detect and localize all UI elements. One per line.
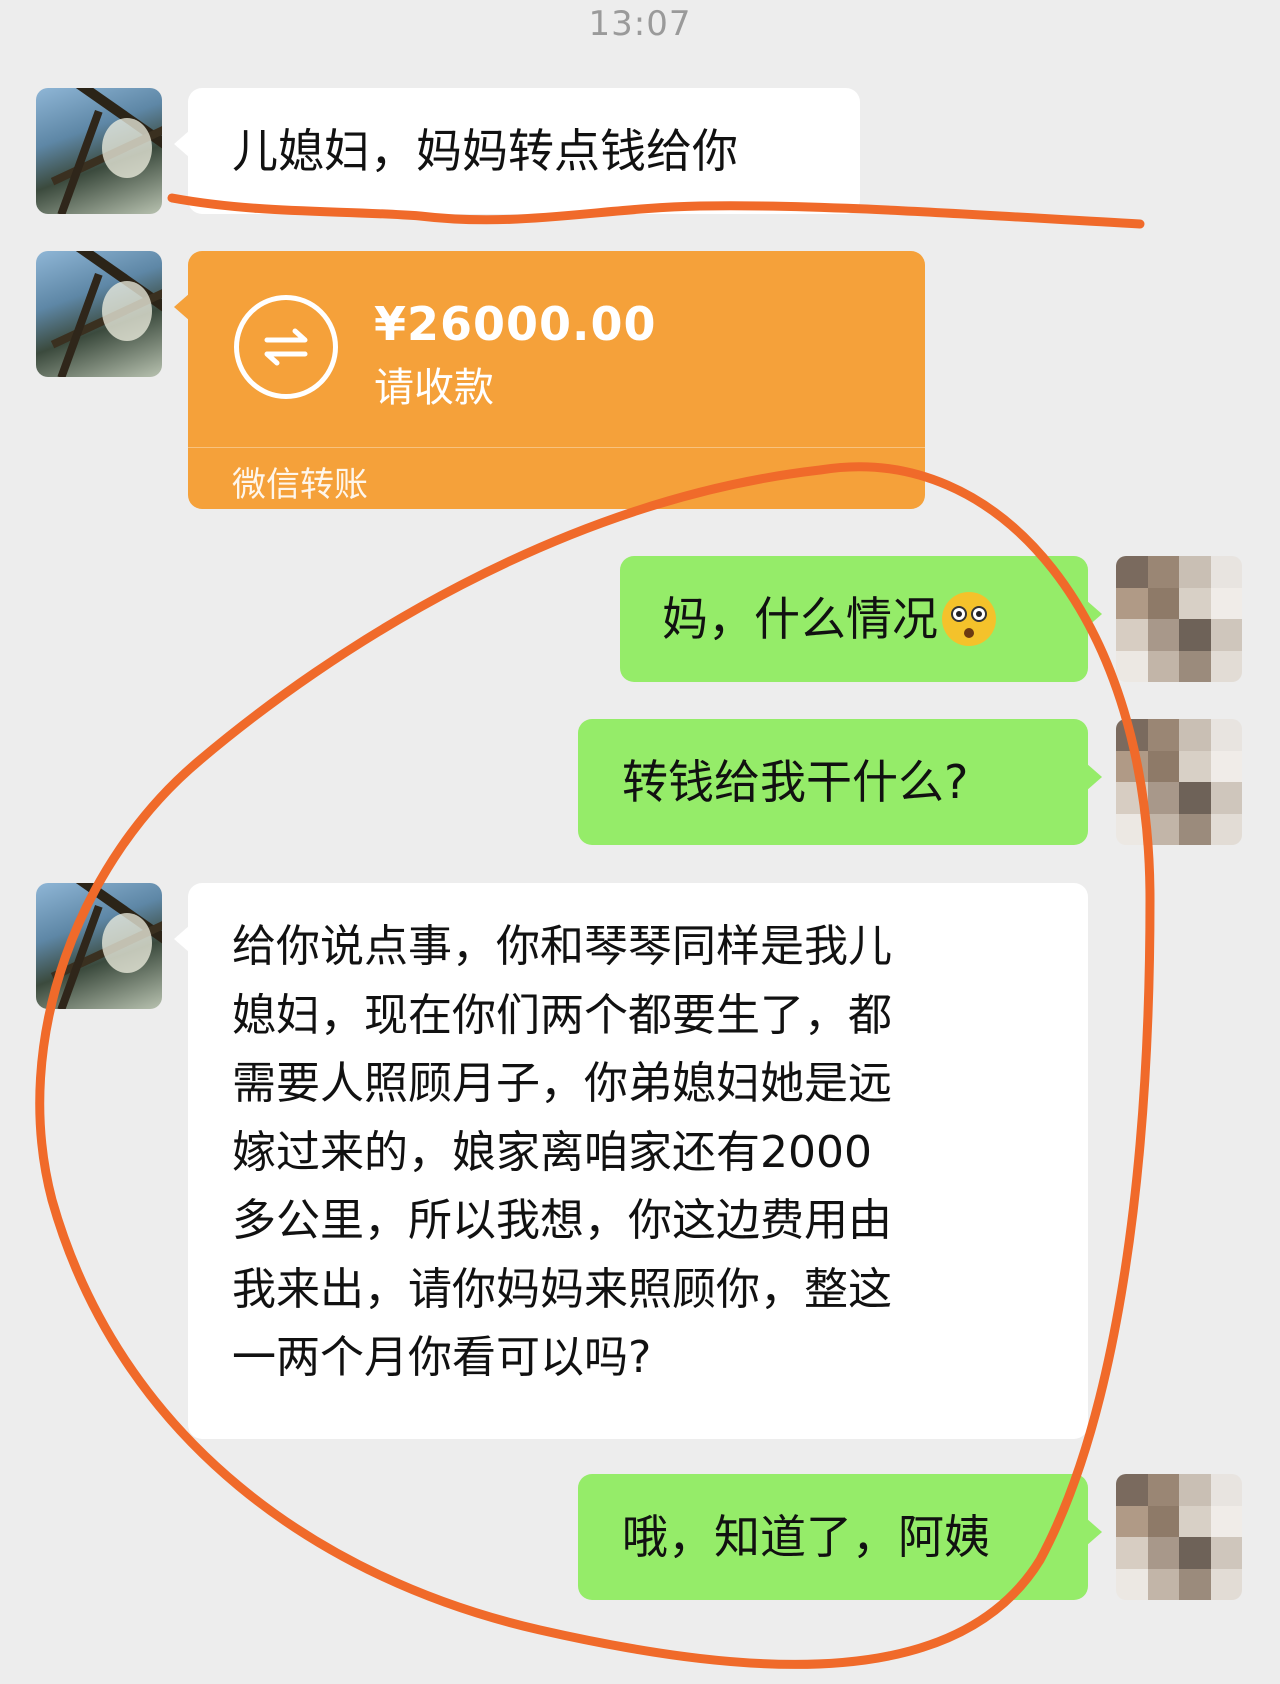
flushed-face-icon [942, 591, 996, 646]
transfer-label: 微信转账 [232, 465, 368, 505]
transfer-amount: ¥26000.00 [374, 297, 657, 351]
avatar[interactable] [1116, 1474, 1242, 1600]
message-bubble[interactable]: 儿媳妇，妈妈转点钱给你 [174, 88, 860, 214]
message-bubble[interactable]: 哦，知道了，阿姨 [578, 1474, 1102, 1600]
message-line: 嫁过来的，娘家离咱家还有2000 [232, 1126, 872, 1178]
message-line: 我来出，请你妈妈来照顾你，整这 [232, 1263, 892, 1315]
avatar[interactable] [36, 883, 162, 1009]
transfer-icon [234, 295, 338, 399]
avatar[interactable] [1116, 719, 1242, 845]
transfer-card[interactable]: ¥26000.00 请收款 微信转账 [174, 251, 925, 509]
divider [188, 447, 925, 448]
message-line: 一两个月你看可以吗? [232, 1332, 652, 1383]
avatar[interactable] [36, 88, 162, 214]
status-time: 13:07 [588, 4, 692, 44]
message-line: 需要人照顾月子，你弟媳妇她是远 [232, 1058, 892, 1109]
message-bubble[interactable]: 给你说点事，你和琴琴同样是我儿 媳妇，现在你们两个都要生了，都 需要人照顾月子，… [174, 883, 1088, 1439]
message-text: 妈，什么情况 [662, 592, 938, 646]
avatar[interactable] [1116, 556, 1242, 682]
message-bubble[interactable]: 转钱给我干什么? [578, 719, 1102, 845]
message-bubble[interactable]: 妈，什么情况 [620, 556, 1102, 682]
message-line: 给你说点事，你和琴琴同样是我儿 [232, 921, 892, 972]
message-line: 媳妇，现在你们两个都要生了，都 [232, 989, 892, 1041]
message-line: 多公里，所以我想，你这边费用由 [232, 1195, 892, 1246]
transfer-status: 请收款 [374, 365, 494, 411]
message-text: 儿媳妇，妈妈转点钱给你 [232, 124, 738, 178]
avatar[interactable] [36, 251, 162, 377]
message-text: 转钱给我干什么? [622, 755, 969, 809]
message-text: 哦，知道了，阿姨 [622, 1510, 990, 1564]
